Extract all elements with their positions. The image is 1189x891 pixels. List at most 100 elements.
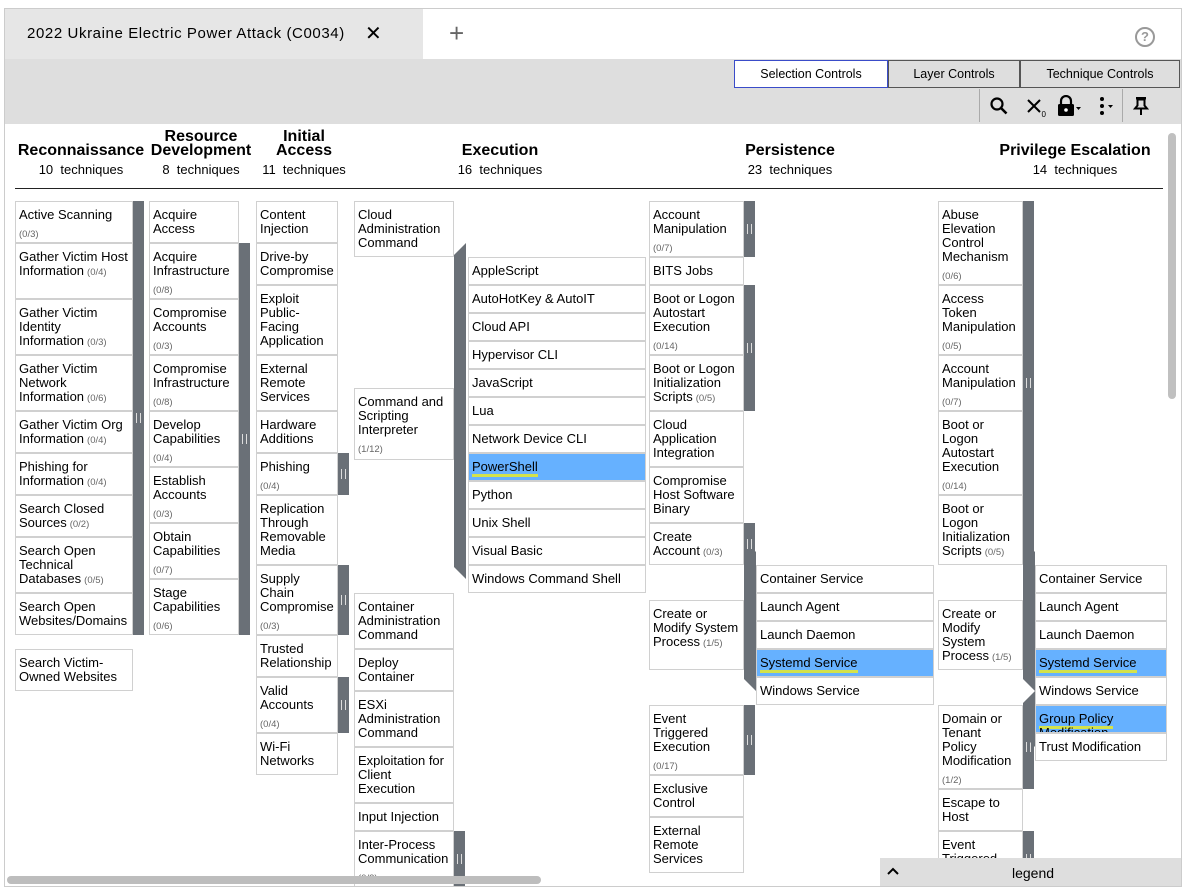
technique-cell[interactable]: Stage Capabilities (0/6) [149, 579, 239, 635]
technique-cell[interactable]: Account Manipulation (0/7) [649, 201, 744, 257]
horizontal-scrollbar[interactable] [7, 876, 541, 884]
technique-cell[interactable]: AutoHotKey & AutoIT [468, 285, 646, 313]
technique-cell[interactable]: Launch Agent [1035, 593, 1167, 621]
technique-cell[interactable]: Container Administration Command [354, 593, 454, 649]
technique-cell[interactable]: Windows Service [1035, 677, 1167, 705]
technique-cell[interactable]: Python [468, 481, 646, 509]
technique-cell[interactable]: Hardware Additions [256, 411, 338, 453]
technique-cell[interactable]: Search Closed Sources (0/2) [15, 495, 133, 537]
technique-cell[interactable]: Acquire Infrastructure (0/8) [149, 243, 239, 299]
tab-technique-controls[interactable]: Technique Controls [1020, 60, 1180, 88]
technique-cell[interactable]: Access Token Manipulation (0/5) [938, 285, 1023, 355]
technique-cell[interactable]: Gather Victim Org Information (0/4) [15, 411, 133, 453]
tactic-header-privilege-escalation[interactable]: Privilege Escalation 14 techniques [985, 143, 1165, 178]
technique-cell[interactable]: Windows Service [756, 677, 934, 705]
technique-cell[interactable]: Drive-by Compromise [256, 243, 338, 285]
technique-cell[interactable]: Command and Scripting Interpreter (1/12) [354, 388, 454, 460]
technique-cell[interactable]: Event Triggered Execution (0/17) [649, 705, 744, 775]
technique-cell[interactable]: External Remote Services [649, 817, 744, 873]
technique-cell[interactable]: Domain or Tenant Policy Modification (1/2… [938, 705, 1023, 789]
tab-layer-controls[interactable]: Layer Controls [888, 60, 1020, 88]
technique-cell[interactable]: Boot or Logon Initialization Scripts (0/5… [649, 355, 744, 411]
technique-cell[interactable]: ESXi Administration Command [354, 691, 454, 747]
tactic-header-resource-development[interactable]: Resource Development 8 techniques [147, 129, 255, 178]
technique-cell[interactable]: Create or Modify System Process (1/5) [938, 600, 1023, 670]
search-icon[interactable] [980, 89, 1018, 122]
technique-cell[interactable]: Valid Accounts (0/4) [256, 677, 338, 733]
expand-handle[interactable] [338, 565, 349, 635]
technique-cell[interactable]: Obtain Capabilities (0/7) [149, 523, 239, 579]
technique-cell[interactable]: Cloud Administration Command [354, 201, 454, 257]
technique-cell[interactable]: Network Device CLI [468, 425, 646, 453]
technique-cell[interactable]: Exploit Public-Facing Application [256, 285, 338, 355]
technique-cell[interactable]: BITS Jobs [649, 257, 744, 285]
technique-cell[interactable]: Boot or Logon Autostart Execution (0/14) [938, 411, 1023, 495]
lock-icon[interactable] [1050, 89, 1088, 122]
tactic-header-reconnaissance[interactable]: Reconnaissance 10 techniques [17, 143, 145, 178]
technique-cell[interactable]: Cloud API [468, 313, 646, 341]
technique-cell[interactable]: Escape to Host [938, 789, 1023, 831]
layer-tab[interactable]: 2022 Ukraine Electric Power Attack (C003… [5, 9, 423, 59]
technique-cell[interactable]: Develop Capabilities (0/4) [149, 411, 239, 467]
technique-cell[interactable]: Active Scanning (0/3) [15, 201, 133, 243]
technique-cell[interactable]: Wi-Fi Networks [256, 733, 338, 775]
technique-cell[interactable]: Systemd Service [1035, 649, 1167, 677]
technique-cell[interactable]: Visual Basic [468, 537, 646, 565]
expand-handle[interactable] [1023, 201, 1034, 565]
add-tab-button[interactable]: + [449, 18, 464, 49]
expand-handle[interactable] [239, 243, 250, 635]
technique-cell[interactable]: Launch Agent [756, 593, 934, 621]
close-icon[interactable]: ✕ [365, 21, 382, 46]
technique-cell[interactable]: Exclusive Control [649, 775, 744, 817]
technique-cell[interactable]: Group Policy Modification [1035, 705, 1167, 733]
technique-cell[interactable]: External Remote Services [256, 355, 338, 411]
technique-cell[interactable]: Phishing for Information (0/4) [15, 453, 133, 495]
technique-cell[interactable]: Gather Victim Host Information (0/4) [15, 243, 133, 299]
technique-cell[interactable]: Trusted Relationship [256, 635, 338, 677]
technique-cell[interactable]: Search Victim-Owned Websites [15, 649, 133, 691]
technique-cell[interactable]: AppleScript [468, 257, 646, 285]
technique-cell[interactable]: Unix Shell [468, 509, 646, 537]
technique-cell[interactable]: Launch Daemon [1035, 621, 1167, 649]
expand-handle[interactable] [133, 201, 144, 635]
technique-cell[interactable]: Deploy Container [354, 649, 454, 691]
technique-cell[interactable]: Replication Through Removable Media [256, 495, 338, 565]
technique-cell[interactable]: Establish Accounts (0/3) [149, 467, 239, 523]
technique-cell[interactable]: Windows Command Shell [468, 565, 646, 593]
technique-cell[interactable]: Content Injection [256, 201, 338, 243]
help-icon[interactable]: ? [1135, 27, 1155, 47]
expand-handle[interactable] [744, 201, 755, 257]
technique-cell[interactable]: Input Injection [354, 803, 454, 831]
technique-cell[interactable]: Container Service [1035, 565, 1167, 593]
technique-cell[interactable]: Account Manipulation (0/7) [938, 355, 1023, 411]
expand-handle[interactable] [744, 705, 755, 775]
technique-cell[interactable]: Supply Chain Compromise (0/3) [256, 565, 338, 635]
technique-cell[interactable]: Cloud Application Integration [649, 411, 744, 467]
technique-cell[interactable]: Lua [468, 397, 646, 425]
more-options-icon[interactable] [1088, 89, 1122, 122]
technique-cell[interactable]: Launch Daemon [756, 621, 934, 649]
tactic-header-initial-access[interactable]: Initial Access 11 techniques [252, 129, 356, 178]
technique-cell[interactable]: Boot or Logon Autostart Execution (0/14) [649, 285, 744, 355]
technique-cell[interactable]: Search Open Technical Databases (0/5) [15, 537, 133, 593]
expand-handle[interactable] [744, 285, 755, 411]
technique-cell[interactable]: Create or Modify System Process (1/5) [649, 600, 744, 670]
tactic-header-execution[interactable]: Execution 16 techniques [425, 143, 575, 178]
technique-cell[interactable]: Compromise Accounts (0/3) [149, 299, 239, 355]
deselect-icon[interactable]: 0 [1018, 89, 1050, 122]
legend-bar[interactable]: legend [880, 858, 1181, 886]
technique-cell[interactable]: Container Service [756, 565, 934, 593]
technique-cell[interactable]: Exploitation for Client Execution [354, 747, 454, 803]
technique-cell[interactable]: Hypervisor CLI [468, 341, 646, 369]
vertical-scrollbar[interactable] [1168, 133, 1176, 399]
tactic-header-persistence[interactable]: Persistence 23 techniques [715, 143, 865, 178]
technique-cell[interactable]: Trust Modification [1035, 733, 1167, 761]
tab-selection-controls[interactable]: Selection Controls [734, 60, 888, 88]
expand-handle[interactable] [338, 677, 349, 733]
technique-cell[interactable]: PowerShell [468, 453, 646, 481]
technique-cell[interactable]: Create Account (0/3) [649, 523, 744, 565]
pin-icon[interactable] [1123, 89, 1159, 122]
technique-cell[interactable]: Acquire Access [149, 201, 239, 243]
expand-handle[interactable] [338, 453, 349, 495]
technique-cell[interactable]: Abuse Elevation Control Mechanism (0/6) [938, 201, 1023, 285]
